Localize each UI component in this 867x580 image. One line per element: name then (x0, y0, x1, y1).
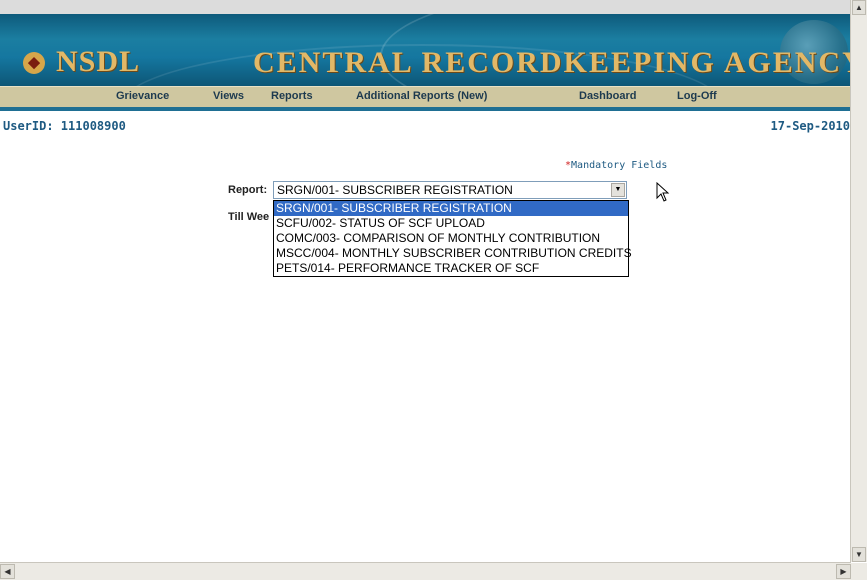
report-select[interactable]: SRGN/001- SUBSCRIBER REGISTRATION ▼ (273, 181, 627, 199)
nav-additional-reports[interactable]: Additional Reports (New) (356, 90, 487, 102)
nsdl-logo-icon: ◆ (23, 52, 45, 74)
report-label: Report: (228, 184, 268, 196)
dropdown-option[interactable]: SRGN/001- SUBSCRIBER REGISTRATION (274, 201, 628, 216)
nav-dashboard[interactable]: Dashboard (579, 90, 636, 102)
mandatory-note: *Mandatory Fields (565, 160, 667, 171)
mouse-cursor-icon (656, 182, 670, 202)
page-title: CENTRAL RECORDKEEPING AGENCY (253, 46, 851, 79)
scroll-left-icon[interactable]: ◀ (0, 564, 15, 579)
header-banner: ◆ NSDL CENTRAL RECORDKEEPING AGENCY (0, 14, 851, 86)
horizontal-scrollbar[interactable]: ◀ ▶ (0, 562, 851, 580)
nav-divider (0, 107, 851, 111)
nav-reports[interactable]: Reports (271, 90, 313, 102)
dropdown-option[interactable]: SCFU/002- STATUS OF SCF UPLOAD (274, 216, 628, 231)
scroll-right-icon[interactable]: ▶ (836, 564, 851, 579)
current-date: 17-Sep-2010 (770, 119, 850, 133)
user-id: UserID: 111008900 (3, 119, 126, 133)
nav-views[interactable]: Views (213, 90, 244, 102)
chevron-down-icon[interactable]: ▼ (611, 183, 625, 197)
vertical-scrollbar[interactable]: ▲ ▼ (850, 0, 867, 562)
report-select-value: SRGN/001- SUBSCRIBER REGISTRATION (277, 183, 513, 197)
nav-grievance[interactable]: Grievance (116, 90, 169, 102)
scrollbar-corner (851, 563, 867, 580)
nsdl-logo-text: NSDL (56, 45, 141, 78)
till-week-label: Till Wee (228, 211, 270, 223)
top-strip (0, 0, 851, 14)
dropdown-option[interactable]: PETS/014- PERFORMANCE TRACKER OF SCF (274, 261, 628, 276)
dropdown-option[interactable]: COMC/003- COMPARISON OF MONTHLY CONTRIBU… (274, 231, 628, 246)
scroll-down-icon[interactable]: ▼ (852, 547, 866, 562)
nav-log-off[interactable]: Log-Off (677, 90, 717, 102)
dropdown-option[interactable]: MSCC/004- MONTHLY SUBSCRIBER CONTRIBUTIO… (274, 246, 632, 261)
report-dropdown-list[interactable]: SRGN/001- SUBSCRIBER REGISTRATION SCFU/0… (273, 200, 632, 277)
mandatory-text: Mandatory Fields (571, 160, 668, 171)
scroll-up-icon[interactable]: ▲ (852, 0, 866, 15)
main-nav: Grievance Views Reports Additional Repor… (0, 86, 851, 107)
